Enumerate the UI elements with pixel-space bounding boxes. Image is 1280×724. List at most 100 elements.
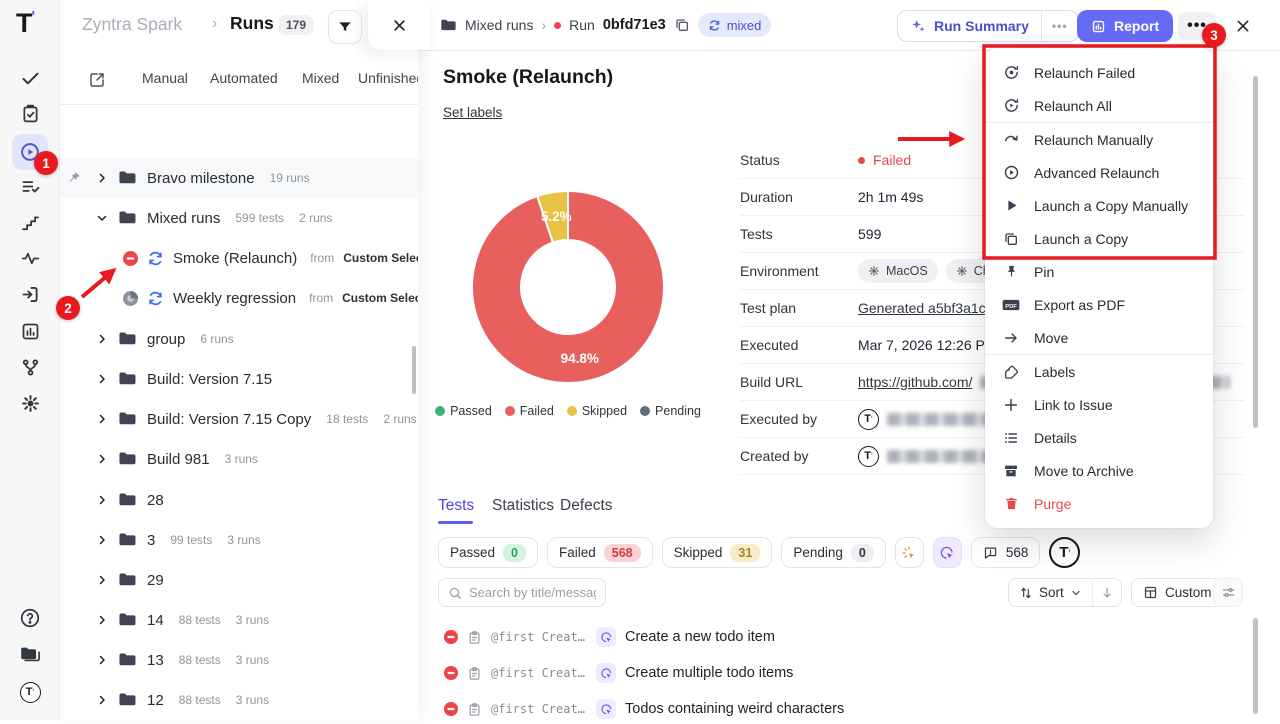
tree-row-13[interactable]: 1388 tests3 runs <box>60 640 418 680</box>
cursor-click-icon <box>596 627 616 647</box>
run-label: Run <box>569 17 595 33</box>
user-avatar: T' <box>858 409 879 430</box>
search-input[interactable] <box>469 585 596 600</box>
report-button[interactable]: Report <box>1077 10 1173 42</box>
sort-button[interactable]: Sort <box>1008 578 1122 607</box>
tree-row-29[interactable]: 29 <box>60 560 418 600</box>
tree-row-group[interactable]: group6 runs <box>60 319 418 359</box>
menu-purge[interactable]: Purge <box>985 487 1213 520</box>
menu-relaunch-manually[interactable]: Relaunch Manually <box>985 123 1213 156</box>
projects-folder-icon[interactable] <box>18 642 42 666</box>
close-drawer-button[interactable] <box>368 0 430 50</box>
filter-passed[interactable]: Passed0 <box>438 537 538 568</box>
set-labels-link[interactable]: Set labels <box>443 105 502 120</box>
settings-gear-icon[interactable] <box>18 391 42 415</box>
crumb-folder[interactable]: Mixed runs <box>465 17 533 33</box>
tab-automated[interactable]: Automated <box>210 70 278 86</box>
bar-chart-icon[interactable] <box>18 319 42 343</box>
search-box[interactable] <box>438 578 606 607</box>
workspace-avatar[interactable]: T' <box>18 680 42 704</box>
custom-view-button[interactable]: Custom <box>1131 578 1224 607</box>
runs-type-tabs: Manual Automated Mixed Unfinished <box>60 56 418 105</box>
build-url-link[interactable]: https://github.com/ <box>858 374 972 390</box>
tests-check-icon[interactable] <box>18 66 42 90</box>
breadcrumb-project[interactable]: Zyntra Spark <box>82 14 182 35</box>
import-icon[interactable] <box>18 282 42 306</box>
tree-row-weekly-regression[interactable]: Weekly regression from Custom Selection <box>60 278 418 318</box>
app-logo[interactable]: T' <box>16 8 34 39</box>
comments-filter[interactable]: 568 <box>971 537 1041 568</box>
manual-run-filter-button[interactable] <box>933 537 962 568</box>
branch-icon[interactable] <box>18 355 42 379</box>
copy-icon[interactable] <box>674 17 690 33</box>
tree-row-build-715-copy[interactable]: Build: Version 7.15 Copy18 tests2 runs <box>60 399 418 439</box>
tree-row-12[interactable]: 1288 tests3 runs <box>60 680 418 720</box>
tab-manual[interactable]: Manual <box>142 70 188 86</box>
tree-row-14[interactable]: 1488 tests3 runs <box>60 600 418 640</box>
menu-launch-copy-manually[interactable]: Launch a Copy Manually <box>985 189 1213 222</box>
menu-link-to-issue[interactable]: Link to Issue <box>985 388 1213 421</box>
sparkles-icon <box>910 18 926 34</box>
tree-row-bravo[interactable]: Bravo milestone 19 runs <box>60 158 418 198</box>
run-actions-menu: Relaunch Failed Relaunch All Relaunch Ma… <box>985 48 1213 528</box>
test-row[interactable]: @first Creat… Create multiple todo items <box>444 658 793 688</box>
menu-relaunch-failed[interactable]: Relaunch Failed <box>985 56 1213 89</box>
list-check-icon[interactable] <box>18 174 42 198</box>
tree-row-smoke-relaunch[interactable]: Smoke (Relaunch) from Custom Selection <box>60 238 418 278</box>
menu-export-pdf[interactable]: PDFExport as PDF <box>985 288 1213 321</box>
chevron-right-icon[interactable] <box>96 172 108 184</box>
menu-move[interactable]: Move <box>985 321 1213 354</box>
close-icon <box>1235 18 1251 34</box>
menu-move-to-archive[interactable]: Move to Archive <box>985 454 1213 487</box>
run-summary-button[interactable]: Run Summary ••• <box>897 10 1079 42</box>
tree-row-3[interactable]: 399 tests3 runs <box>60 520 418 560</box>
tree-row-build-981[interactable]: Build 9813 runs <box>60 439 418 479</box>
filter-button[interactable] <box>328 10 362 44</box>
icon-rail: T' T' <box>0 0 60 720</box>
close-icon <box>392 18 407 33</box>
tree-row-28[interactable]: 28 <box>60 480 418 520</box>
steps-icon[interactable] <box>18 211 42 235</box>
suites-clipboard-icon[interactable] <box>18 101 42 125</box>
filter-failed[interactable]: Failed568 <box>547 537 653 568</box>
checklist-share-icon[interactable] <box>88 71 106 89</box>
chevron-down-icon[interactable] <box>96 212 108 224</box>
test-row[interactable]: @first Creat… Create a new todo item <box>444 622 775 652</box>
tab-tests[interactable]: Tests <box>438 497 474 515</box>
menu-pin[interactable]: Pin <box>985 255 1213 288</box>
activity-pulse-icon[interactable] <box>18 246 42 270</box>
sort-arrows-icon <box>1019 586 1033 600</box>
drawer-scrollbar[interactable] <box>412 346 416 394</box>
cursor-click-icon <box>939 545 955 561</box>
env-chip-macos[interactable]: MacOS <box>858 259 938 283</box>
trash-icon <box>1002 495 1020 513</box>
menu-labels[interactable]: Labels <box>985 355 1213 388</box>
filter-skipped[interactable]: Skipped31 <box>662 537 773 568</box>
sort-direction-button[interactable] <box>1092 579 1121 606</box>
assignee-avatar[interactable]: T' <box>1049 537 1080 568</box>
chevron-down-icon <box>1070 587 1082 599</box>
runs-count-badge: 179 <box>278 15 314 35</box>
auto-run-filter-button[interactable] <box>895 537 924 568</box>
help-icon[interactable] <box>18 606 42 630</box>
tab-defects[interactable]: Defects <box>560 497 613 515</box>
close-run-button[interactable] <box>1230 13 1256 39</box>
report-chart-icon <box>1091 19 1106 34</box>
tree-row-build-715[interactable]: Build: Version 7.15 <box>60 359 418 399</box>
tab-statistics[interactable]: Statistics <box>492 497 554 515</box>
view-settings-button[interactable] <box>1213 578 1243 607</box>
tab-unfinished[interactable]: Unfinished <box>358 70 418 86</box>
tree-row-mixed-runs[interactable]: Mixed runs 599 tests 2 runs <box>60 198 418 238</box>
relaunch-manually-icon <box>1002 131 1020 149</box>
main-scrollbar[interactable] <box>1253 76 1258 428</box>
filter-pending[interactable]: Pending0 <box>781 537 886 568</box>
testplan-link[interactable]: Generated a5bf3a1c <box>858 300 986 316</box>
menu-advanced-relaunch[interactable]: Advanced Relaunch <box>985 156 1213 189</box>
menu-launch-copy[interactable]: Launch a Copy <box>985 222 1213 255</box>
menu-relaunch-all[interactable]: Relaunch All <box>985 89 1213 122</box>
test-list-scrollbar[interactable] <box>1253 618 1258 714</box>
stopped-status-icon <box>123 291 138 306</box>
menu-details[interactable]: Details <box>985 421 1213 454</box>
tab-mixed[interactable]: Mixed <box>302 70 339 86</box>
run-summary-more-button[interactable]: ••• <box>1041 11 1078 41</box>
